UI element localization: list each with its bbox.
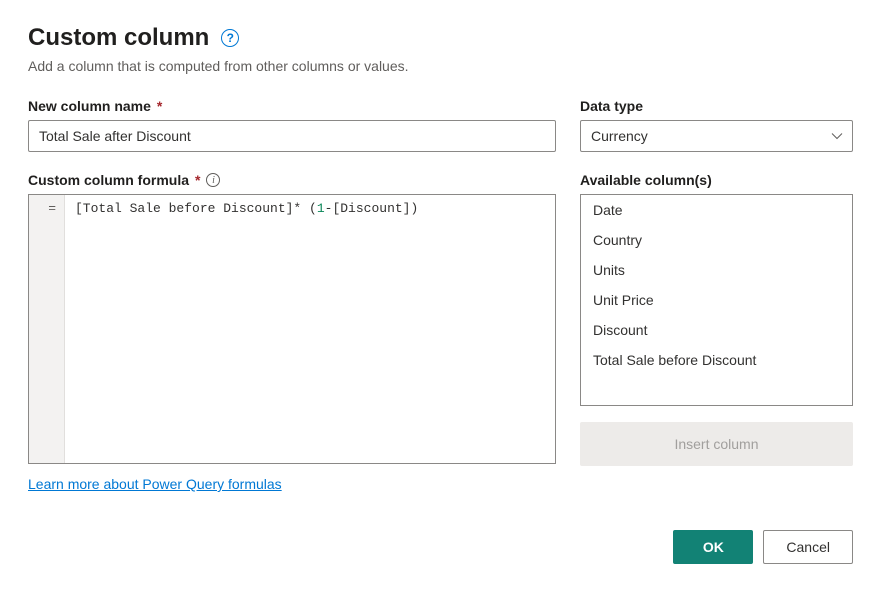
list-item[interactable]: Discount xyxy=(581,315,852,345)
ok-button[interactable]: OK xyxy=(673,530,753,564)
page-title: Custom column xyxy=(28,24,209,52)
list-item[interactable]: Country xyxy=(581,225,852,255)
list-item[interactable]: Total Sale before Discount xyxy=(581,345,852,375)
cancel-button[interactable]: Cancel xyxy=(763,530,853,564)
new-column-name-input[interactable] xyxy=(28,120,556,152)
learn-more-link[interactable]: Learn more about Power Query formulas xyxy=(28,476,282,492)
data-type-label: Data type xyxy=(580,98,853,114)
formula-code[interactable]: [Total Sale before Discount]* (1-[Discou… xyxy=(65,195,555,463)
available-columns-label: Available column(s) xyxy=(580,172,853,188)
list-item[interactable]: Units xyxy=(581,255,852,285)
insert-column-button: Insert column xyxy=(580,422,853,466)
info-icon[interactable]: i xyxy=(206,173,220,187)
data-type-select[interactable]: Currency xyxy=(580,120,853,152)
required-indicator: * xyxy=(195,172,200,188)
formula-editor[interactable]: = [Total Sale before Discount]* (1-[Disc… xyxy=(28,194,556,464)
page-subtitle: Add a column that is computed from other… xyxy=(28,58,853,74)
custom-formula-label: Custom column formula * i xyxy=(28,172,556,188)
list-item[interactable]: Date xyxy=(581,195,852,225)
available-columns-list: Date Country Units Unit Price Discount T… xyxy=(580,194,853,406)
formula-gutter: = xyxy=(29,195,65,463)
help-icon[interactable]: ? xyxy=(221,29,239,47)
new-column-name-label: New column name * xyxy=(28,98,556,114)
required-indicator: * xyxy=(157,98,162,114)
list-item[interactable]: Unit Price xyxy=(581,285,852,315)
